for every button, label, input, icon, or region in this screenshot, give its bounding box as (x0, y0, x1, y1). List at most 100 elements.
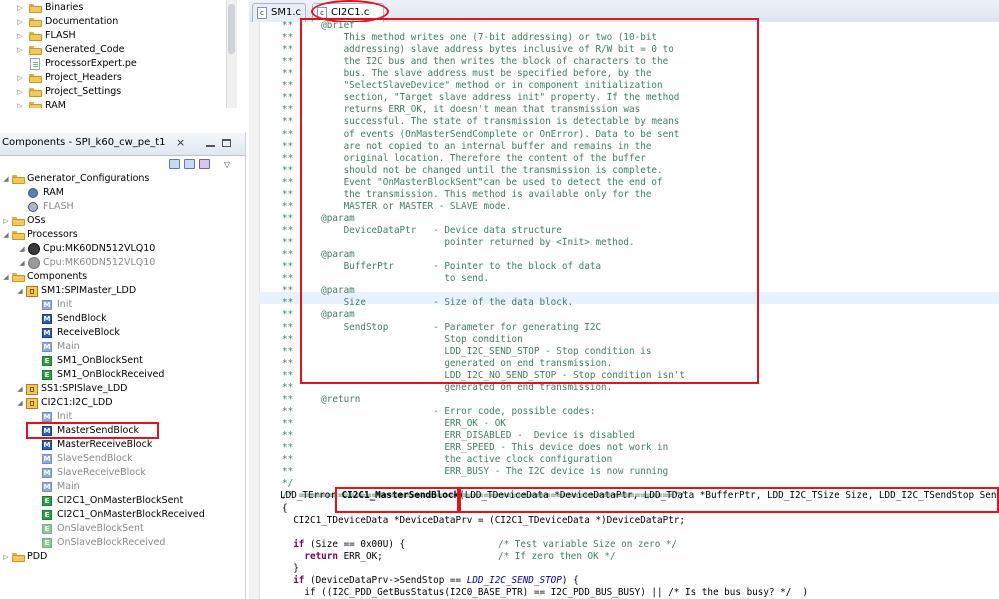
code-comment-line: ** @brief (282, 20, 355, 31)
component-tree-item[interactable]: ▷ OSs (0, 214, 240, 228)
project-tree-item[interactable]: ▷ FLASH (0, 29, 226, 43)
code-comment-line: ** to send. (282, 273, 490, 285)
tree-item-label: ReceiveBlock (57, 327, 120, 338)
project-tree-item[interactable]: ▷ Documentation (0, 15, 226, 29)
method-icon: M (42, 482, 52, 492)
collapse-icon[interactable]: ◢ (16, 385, 24, 393)
component-tree-item[interactable]: ◢ Processors (0, 228, 240, 242)
project-tree-item[interactable]: ▷ Project_Headers (0, 71, 226, 85)
maximize-icon[interactable] (222, 139, 231, 147)
function-signature: LDD_TError CI2C1_MasterSendBlock(LDD_TDe… (280, 490, 999, 502)
code-comment-line: ** successful. The state of transmission… (282, 116, 680, 128)
link-editor-icon[interactable] (184, 159, 195, 169)
code-comment-line: ** BufferPtr - Pointer to the block of d… (282, 261, 602, 273)
code-comment-line: ** MASTER or MASTER - SLAVE mode. (282, 200, 512, 212)
expand-icon[interactable]: ▷ (2, 553, 10, 561)
code-comment-line: ** of events (OnMasterSendComplete or On… (282, 128, 680, 140)
collapse-icon[interactable]: ◢ (16, 287, 24, 295)
component-tree-item[interactable]: ◢ Components (0, 270, 240, 284)
project-tree-item[interactable]: ▷ RAM (0, 99, 226, 108)
component-tree-item[interactable]: E OnSlaveBlockReceived (0, 536, 240, 550)
tree-item-label: Generator_Configurations (27, 173, 150, 184)
component-tree-item[interactable]: E SM1_OnBlockSent (0, 354, 240, 368)
view-options-icon[interactable] (199, 159, 210, 169)
folder-icon (29, 31, 42, 41)
minimize-icon[interactable] (206, 145, 215, 147)
components-view-title: Components - SPI_k60_cw_pe_t1 (2, 137, 166, 148)
component-tree-item[interactable]: M Init (0, 410, 240, 424)
component-tree-item[interactable]: FLASH (0, 200, 240, 214)
expand-icon[interactable]: ▷ (16, 18, 24, 26)
component-tree-item[interactable]: ◢ Cpu:MK60DN512VLQ10 (0, 256, 240, 270)
tree-item-label: Documentation (45, 16, 119, 27)
component-tree-item[interactable]: M SlaveSendBlock (0, 452, 240, 466)
code-comment-line: ** @param (282, 249, 355, 261)
component-tree-item[interactable]: ◢ Cpu:MK60DN512VLQ10 (0, 242, 240, 256)
collapse-icon[interactable]: ◢ (2, 175, 10, 183)
view-menu-chevron-down-icon[interactable]: ▽ (224, 160, 230, 169)
project-tree-scrollbar[interactable] (226, 0, 237, 108)
expand-icon[interactable]: ▷ (16, 46, 24, 54)
component-tree-item[interactable]: M MasterReceiveBlock (0, 438, 240, 452)
component-tree-item[interactable]: ◢ SS1:SPISlave_LDD (0, 382, 240, 396)
expand-icon[interactable]: ▷ (16, 74, 24, 82)
component-icon (26, 384, 38, 395)
component-tree-item[interactable]: E CI2C1_OnMasterBlockSent (0, 494, 240, 508)
expand-icon[interactable]: ▷ (2, 217, 10, 225)
method-icon: M (42, 468, 52, 478)
expand-icon[interactable]: ▷ (16, 32, 24, 40)
project-tree-item[interactable]: ProcessorExpert.pe (0, 57, 226, 71)
component-tree-item[interactable]: M SlaveReceiveBlock (0, 466, 240, 480)
function-name: CI2C1_MasterSendBlock (341, 490, 460, 501)
component-tree-item[interactable]: ▷ PDD (0, 550, 240, 564)
collapse-icon[interactable]: ◢ (2, 273, 10, 281)
code-line: if (DeviceDataPrv->SendStop == LDD_I2C_S… (282, 575, 578, 587)
collapse-icon[interactable]: ◢ (18, 245, 26, 253)
collapse-icon[interactable]: ◢ (16, 399, 24, 407)
component-tree-item[interactable]: ◢ SM1:SPIMaster_LDD (0, 284, 240, 298)
component-tree-item[interactable]: M Main (0, 480, 240, 494)
tree-item-label: Main (57, 481, 80, 492)
code-comment: /* If zero then OK */ (498, 551, 616, 562)
event-icon: E (42, 510, 52, 520)
collapse-icon[interactable]: ◢ (2, 231, 10, 239)
code-line: if ((I2C_PDD_GetBusStatus(I2C0_BASE_PTR)… (282, 587, 809, 598)
expand-icon[interactable]: ▷ (16, 88, 24, 96)
expand-icon[interactable]: ▷ (16, 4, 24, 12)
code-text: ERR_OK; (337, 551, 383, 562)
component-tree-item[interactable]: M SendBlock (0, 312, 240, 326)
component-tree-item[interactable]: ◢ Generator_Configurations (0, 172, 240, 186)
component-tree-item[interactable]: E CI2C1_OnMasterBlockReceived (0, 508, 240, 522)
code-line: CI2C1_TDeviceData *DeviceDataPrv = (CI2C… (282, 515, 685, 526)
component-tree-item[interactable]: M Main (0, 340, 240, 354)
component-tree-item[interactable]: M ReceiveBlock (0, 326, 240, 340)
method-icon: M (42, 328, 52, 338)
tree-item-label: FLASH (43, 201, 74, 212)
tree-item-label: SS1:SPISlave_LDD (41, 383, 128, 394)
c-file-icon: c (317, 7, 327, 19)
component-tree-item[interactable]: M MasterSendBlock (0, 424, 240, 438)
component-tree-item[interactable]: E SM1_OnBlockReceived (0, 368, 240, 382)
tree-item-label: SlaveSendBlock (57, 453, 133, 464)
components-view-tab[interactable]: Components - SPI_k60_cw_pe_t1 × (0, 133, 245, 156)
editor-ruler (249, 22, 260, 599)
component-tree-item[interactable]: ◢ CI2C1:I2C_LDD (0, 396, 240, 410)
tree-item-label: Cpu:MK60DN512VLQ10 (43, 257, 156, 268)
collapse-icon[interactable]: ◢ (18, 259, 26, 267)
code-comment-line: ** should not be changed until the trans… (282, 164, 663, 176)
collapse-all-icon[interactable] (169, 159, 180, 169)
expand-icon[interactable]: ▷ (16, 102, 24, 108)
code-comment-line: ** "SelectSlaveDevice" method or in comp… (282, 80, 663, 92)
return-type: LDD_TError (280, 490, 342, 501)
code-comment-line: ** @param (282, 309, 355, 321)
close-icon[interactable]: × (176, 136, 185, 149)
code-comment-line: ** - Error code, possible codes: (282, 405, 596, 417)
code-comment-line: ** ERR_BUSY - The I2C device is now runn… (282, 466, 669, 478)
component-tree-item[interactable]: M Init (0, 298, 240, 312)
scrollbar-thumb[interactable] (228, 4, 235, 54)
project-tree-item[interactable]: ▷ Binaries (0, 1, 226, 15)
component-tree-item[interactable]: RAM (0, 186, 240, 200)
component-tree-item[interactable]: E OnSlaveBlockSent (0, 522, 240, 536)
project-tree-item[interactable]: ▷ Project_Settings (0, 85, 226, 99)
project-tree-item[interactable]: ▷ Generated_Code (0, 43, 226, 57)
